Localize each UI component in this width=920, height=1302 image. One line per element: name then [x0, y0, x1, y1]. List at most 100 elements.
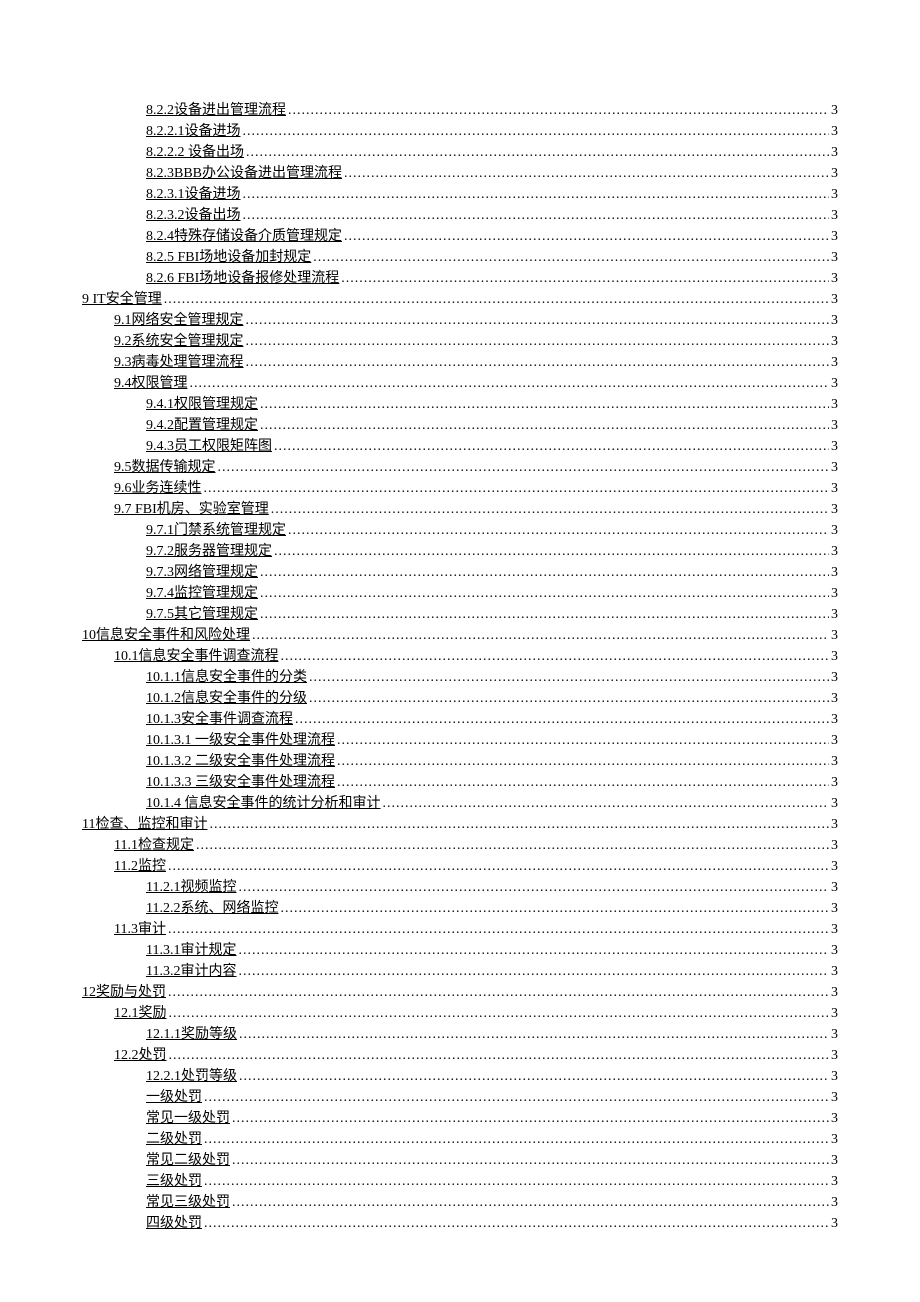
- toc-row: 9.4权限管理 3: [82, 373, 838, 394]
- toc-link[interactable]: 9.3病毒处理管理流程: [114, 352, 244, 373]
- toc-leader-dots: [260, 394, 829, 415]
- toc-link[interactable]: 11.2监控: [114, 856, 166, 877]
- toc-link[interactable]: 9.7.5其它管理规定: [146, 604, 258, 625]
- toc-link[interactable]: 9.5数据传输规定: [114, 457, 216, 478]
- toc-row: 9.7 FBI机房、实验室管理3: [82, 499, 838, 520]
- toc-link[interactable]: 10.1.3安全事件调查流程: [146, 709, 293, 730]
- toc-page-number: 3: [831, 667, 838, 688]
- toc-leader-dots: [204, 478, 830, 499]
- toc-leader-dots: [239, 1066, 829, 1087]
- toc-leader-dots: [209, 814, 829, 835]
- toc-link[interactable]: 9.4.1权限管理规定: [146, 394, 258, 415]
- toc-page-number: 3: [831, 877, 838, 898]
- toc-leader-dots: [232, 1192, 829, 1213]
- toc-leader-dots: [246, 310, 830, 331]
- toc-leader-dots: [164, 289, 829, 310]
- toc-link[interactable]: 常见二级处罚: [146, 1150, 230, 1171]
- toc-row: 10.1.2信息安全事件的分级3: [82, 688, 838, 709]
- toc-link[interactable]: 10.1.3.1 一级安全事件处理流程: [146, 730, 335, 751]
- toc-link[interactable]: 11检查、监控和审计: [82, 814, 207, 835]
- toc-link[interactable]: 10.1.3.3 三级安全事件处理流程: [146, 772, 335, 793]
- toc-link[interactable]: 9.7.4监控管理规定: [146, 583, 258, 604]
- toc-page-number: 3: [831, 835, 838, 856]
- toc-row: 12.1.1奖励等级3: [82, 1024, 838, 1045]
- toc-link[interactable]: 12.2处罚: [114, 1045, 167, 1066]
- toc-leader-dots: [232, 1150, 829, 1171]
- toc-link[interactable]: 12.1.1奖励等级: [146, 1024, 237, 1045]
- toc-link[interactable]: 11.3.2审计内容: [146, 961, 236, 982]
- toc-link[interactable]: 8.2.3.2设备出场: [146, 205, 241, 226]
- toc-link[interactable]: 9.2系统安全管理规定: [114, 331, 244, 352]
- toc-link[interactable]: 9.7.3网络管理规定: [146, 562, 258, 583]
- toc-link[interactable]: 8.2.3.1设备进场: [146, 184, 241, 205]
- toc-leader-dots: [341, 268, 829, 289]
- toc-page-number: 3: [831, 1045, 838, 1066]
- toc-page-number: 3: [831, 142, 838, 163]
- toc-row: 8.2.3BBB办公设备进出管理流程3: [82, 163, 838, 184]
- toc-link[interactable]: 11.3.1审计规定: [146, 940, 236, 961]
- toc-leader-dots: [274, 541, 829, 562]
- toc-row: 常见二级处罚3: [82, 1150, 838, 1171]
- toc-page-number: 3: [831, 583, 838, 604]
- toc-row: 9.7.3网络管理规定3: [82, 562, 838, 583]
- toc-link[interactable]: 9.1网络安全管理规定: [114, 310, 244, 331]
- toc-link[interactable]: 8.2.2设备进出管理流程: [146, 100, 286, 121]
- toc-link[interactable]: 四级处罚: [146, 1213, 202, 1234]
- toc-leader-dots: [246, 142, 829, 163]
- toc-link[interactable]: 9.7.1门禁系统管理规定: [146, 520, 286, 541]
- toc-link[interactable]: 9.4权限管理: [114, 373, 188, 394]
- toc-link[interactable]: 10.1.1信息安全事件的分类: [146, 667, 307, 688]
- toc-link[interactable]: 9.4.2配置管理规定: [146, 415, 258, 436]
- toc-leader-dots: [295, 709, 829, 730]
- toc-leader-dots: [239, 1024, 829, 1045]
- toc-link[interactable]: 二级处罚: [146, 1129, 202, 1150]
- toc-link[interactable]: 9.7.2服务器管理规定: [146, 541, 272, 562]
- toc-link[interactable]: 12.1奖励: [114, 1003, 167, 1024]
- toc-link[interactable]: 8.2.4特殊存储设备介质管理规定: [146, 226, 342, 247]
- toc-link[interactable]: 9 IT安全管理: [82, 289, 162, 310]
- toc-link[interactable]: 常见一级处罚: [146, 1108, 230, 1129]
- toc-link[interactable]: 8.2.5 FBI场地设备加封规定: [146, 247, 311, 268]
- toc-row: 10信息安全事件和风险处理3: [82, 625, 838, 646]
- toc-row: 12.2处罚 3: [82, 1045, 838, 1066]
- toc-link[interactable]: 9.4.3员工权限矩阵图: [146, 436, 272, 457]
- toc-link[interactable]: 11.3审计: [114, 919, 166, 940]
- toc-link[interactable]: 11.2.1视频监控: [146, 877, 236, 898]
- toc-page-number: 3: [831, 1066, 838, 1087]
- toc-link[interactable]: 9.7 FBI机房、实验室管理: [114, 499, 269, 520]
- toc-row: 常见三级处罚3: [82, 1192, 838, 1213]
- toc-link[interactable]: 10.1.2信息安全事件的分级: [146, 688, 307, 709]
- toc-link[interactable]: 11.1检查规定: [114, 835, 194, 856]
- toc-link[interactable]: 一级处罚: [146, 1087, 202, 1108]
- toc-page-number: 3: [831, 121, 838, 142]
- toc-link[interactable]: 10信息安全事件和风险处理: [82, 625, 250, 646]
- toc-link[interactable]: 8.2.3BBB办公设备进出管理流程: [146, 163, 342, 184]
- toc-row: 11.2监控 3: [82, 856, 838, 877]
- toc-row: 11.3.2审计内容 3: [82, 961, 838, 982]
- toc-link[interactable]: 10.1信息安全事件调查流程: [114, 646, 279, 667]
- toc-row: 四级处罚3: [82, 1213, 838, 1234]
- toc-leader-dots: [243, 205, 830, 226]
- toc-row: 12.1奖励3: [82, 1003, 838, 1024]
- toc-row: 二级处罚3: [82, 1129, 838, 1150]
- toc-page-number: 3: [831, 394, 838, 415]
- toc-page-number: 3: [831, 268, 838, 289]
- toc-link[interactable]: 11.2.2系统、网络监控: [146, 898, 278, 919]
- toc-page-number: 3: [831, 961, 838, 982]
- toc-link[interactable]: 8.2.6 FBI场地设备报修处理流程: [146, 268, 339, 289]
- toc-link[interactable]: 10.1.3.2 二级安全事件处理流程: [146, 751, 335, 772]
- toc-link[interactable]: 三级处罚: [146, 1171, 202, 1192]
- toc-leader-dots: [337, 730, 829, 751]
- toc-link[interactable]: 8.2.2.2 设备出场: [146, 142, 244, 163]
- toc-link[interactable]: 12奖励与处罚: [82, 982, 166, 1003]
- toc-link[interactable]: 9.6业务连续性: [114, 478, 202, 499]
- toc-page-number: 3: [831, 310, 838, 331]
- toc-row: 三级处罚3: [82, 1171, 838, 1192]
- toc-link[interactable]: 12.2.1处罚等级: [146, 1066, 237, 1087]
- toc-page-number: 3: [831, 373, 838, 394]
- toc-link[interactable]: 常见三级处罚: [146, 1192, 230, 1213]
- toc-link[interactable]: 8.2.2.1设备进场: [146, 121, 241, 142]
- toc-link[interactable]: 10.1.4 信息安全事件的统计分析和审计: [146, 793, 381, 814]
- toc-page-number: 3: [831, 856, 838, 877]
- toc-leader-dots: [274, 436, 829, 457]
